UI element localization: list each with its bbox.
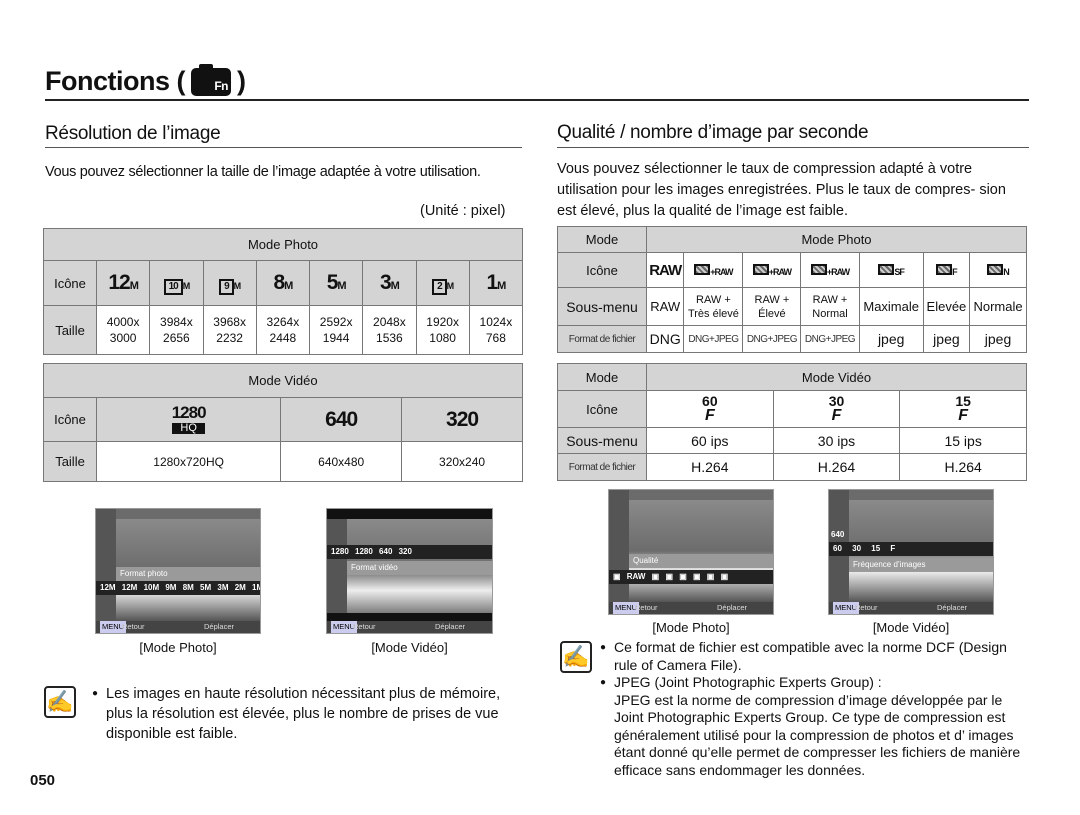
row-label: Mode [557,226,647,253]
jpeg-description: JPEG est la norme de compression d’image… [614,691,1021,778]
resolution-10m-icon: 10 M [149,260,204,306]
file-format-value: H.264 [772,453,901,481]
file-format-value: H.264 [646,453,774,481]
resolution-12m-icon: 12M [95,260,151,306]
frame-rate-60-icon: 60 F [646,390,774,428]
note-list: Ce format de fichier est compatible avec… [600,639,1030,779]
camera-screen-frame-rate: 640 60 30 15 F Fréquence d’images MENU Re… [828,489,994,615]
page-number: 050 [30,772,56,789]
note-icon: ✍ [560,641,592,673]
row-label: Mode [557,363,647,391]
submenu-value: 60 ips [646,427,774,454]
screen-caption: [Mode Vidéo] [371,640,448,655]
row-label: Icône [557,252,647,288]
resolution-8m-icon: 8M [255,260,311,306]
submenu-value: Maximale [858,287,924,326]
submenu-value: RAW + Normal [800,287,860,326]
quality-raw-plus-normal-icon: +RAW [800,252,860,288]
file-format-value: DNG+JPEG [800,325,860,353]
size-value: 320x240 [401,441,523,482]
file-format-value: jpeg [858,325,924,353]
section-heading-resolution: Résolution de l’image [45,123,221,144]
resolution-5m-icon: 5M [308,260,364,306]
size-value: 1024x 768 [468,305,524,355]
size-value: 1280x720HQ [95,441,282,482]
note-item: Les images en haute résolution nécessita… [92,684,517,744]
file-format-value: DNG [645,325,685,353]
section-rule [45,147,522,148]
quality-fine-icon: F [922,252,971,288]
camera-screen-quality: Qualité ▣ RAW ▣ ▣ ▣ ▣ ▣ ▣ MENU Retour Dépl… [608,489,774,615]
quality-raw-plus-superfine-icon: +RAW [683,252,744,288]
submenu-value: RAW + Élevé [742,287,802,326]
screen-caption: [Mode Photo] [139,640,217,655]
quality-video-table: Mode Mode Vidéo Icône 60 F 30 F 15 F Sous-menu 6… [557,363,1027,481]
quality-normal-icon: N [969,252,1027,288]
row-label: Sous-menu [557,287,647,326]
camera-fn-icon: Fn [190,63,231,96]
size-value: 3264x 2448 [255,305,311,355]
resolution-1m-icon: 1M [468,260,524,306]
camera-screen-video-size: 1280 1280 640 320 Format vidéo MENU Retou… [326,508,493,634]
submenu-value: Elevée [922,287,971,326]
resolution-9m-icon: 9M [202,260,257,306]
size-640-icon: 640 [280,397,403,442]
size-value: 3984x 2656 [149,305,204,355]
table-title: Mode Vidéo [646,363,1027,391]
camera-screen-photo-size: Format photo 12M 12M 10M 9M 8M 5M 3M 2M … [95,508,261,634]
size-value: 1920x 1080 [415,305,470,355]
submenu-value: RAW [645,287,685,326]
row-label: Sous-menu [557,427,647,454]
file-format-value: jpeg [969,325,1027,353]
intro-text: Vous pouvez sélectionner le taux de comp… [557,161,1006,219]
title-rule [45,99,1029,101]
note-item: JPEG (Joint Photographic Experts Group) … [600,674,1030,692]
row-label: Format de fichier [557,325,647,353]
unit-note: (Unité : pixel) [420,203,506,219]
table-title: Mode Vidéo [43,363,523,398]
quality-raw-icon: RAW [645,252,685,288]
photo-resolution-table: Mode Photo Icône 12M 10 M 9 M 8M 5M 3M 2 M 1M Taill… [43,228,524,355]
page-title: Fonctions ( Fn ) [45,63,246,96]
row-label: Icône [43,260,97,306]
file-format-value: DNG+JPEG [683,325,744,353]
row-label: Icône [43,397,97,442]
video-resolution-table: Mode Vidéo Icône 1280 HQ 640 320 Taille 1… [43,363,523,482]
row-label: Icône [557,390,647,428]
submenu-value: RAW + Très élevé [683,287,744,326]
file-format-value: DNG+JPEG [742,325,802,353]
table-title: Mode Photo [43,228,523,261]
intro-text: Vous pouvez sélectionner la taille de l’… [45,164,481,180]
row-label: Taille [43,305,97,355]
submenu-value: Normale [969,287,1027,326]
screen-caption: [Mode Photo] [652,620,730,635]
resolution-3m-icon: 3M [362,260,417,306]
quality-photo-table: Mode Mode Photo Icône RAW +RAW +RAW +RAW SF F N … [557,226,1027,353]
size-value: 640x480 [280,441,403,482]
size-1280-hq-icon: 1280 HQ [95,397,282,442]
size-value: 2048x 1536 [362,305,417,355]
resolution-2m-icon: 2M [415,260,470,306]
section-heading-quality: Qualité / nombre d’image par seconde [557,122,869,143]
frame-rate-15-icon: 15 F [899,390,1027,428]
size-320-icon: 320 [401,397,523,442]
submenu-value: 15 ips [899,427,1027,454]
quality-raw-plus-fine-icon: +RAW [742,252,802,288]
screen-caption: [Mode Vidéo] [872,620,950,635]
note-item: Ce format de fichier est compatible avec… [600,639,1030,674]
quality-superfine-icon: SF [858,252,924,288]
table-title: Mode Photo [646,226,1027,253]
row-label: Format de fichier [557,453,647,481]
file-format-value: H.264 [899,453,1027,481]
size-value: 3968x 2232 [202,305,257,355]
size-value: 2592x 1944 [308,305,364,355]
note-icon: ✍ [44,686,76,718]
note-list: Les images en haute résolution nécessita… [92,684,517,744]
row-label: Taille [43,441,97,482]
section-rule [557,147,1029,148]
frame-rate-30-icon: 30 F [772,390,901,428]
submenu-value: 30 ips [772,427,901,454]
file-format-value: jpeg [922,325,971,353]
size-value: 4000x 3000 [95,305,151,355]
